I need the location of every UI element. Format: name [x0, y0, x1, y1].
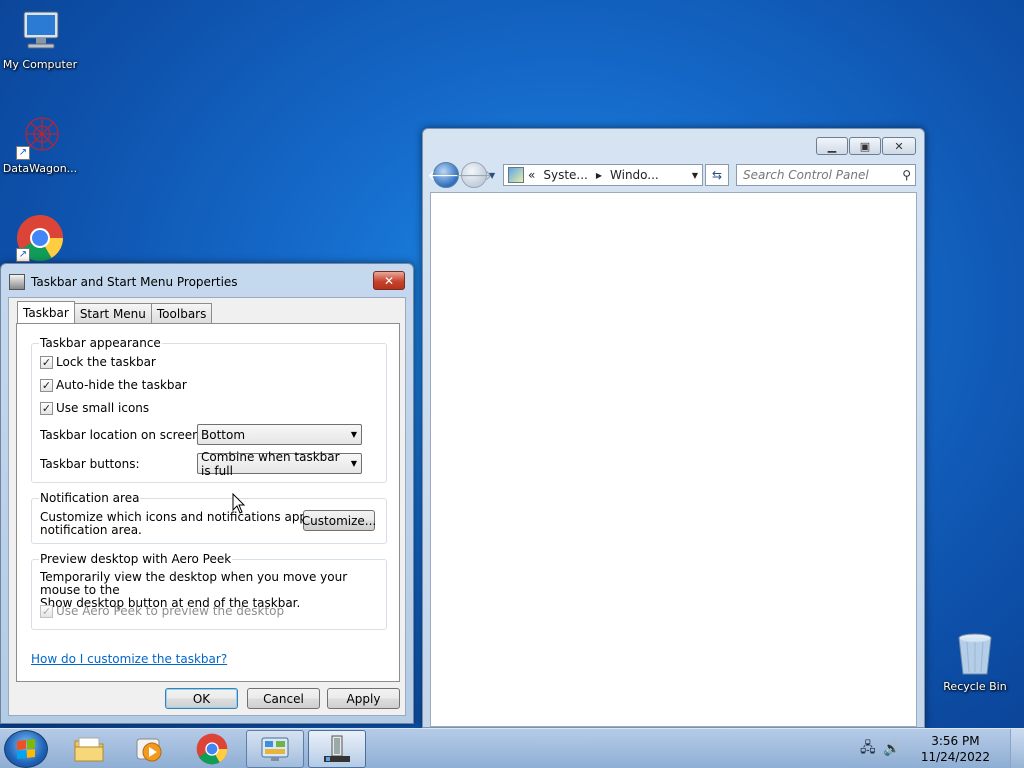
chrome-icon	[196, 733, 228, 765]
datawagon-icon: ↗	[16, 112, 64, 160]
group-title: Notification area	[39, 491, 141, 505]
lock-taskbar-checkbox[interactable]: ✓ Lock the taskbar	[40, 355, 156, 369]
desktop-icon-chrome[interactable]: ↗	[0, 214, 80, 264]
auto-hide-checkbox[interactable]: ✓ Auto-hide the taskbar	[40, 378, 187, 392]
desktop-icon-recycle-bin[interactable]: Recycle Bin	[935, 630, 1015, 693]
aero-peek-checkbox[interactable]: ✓ Use Aero Peek to preview the desktop	[40, 604, 284, 618]
address-dropdown-icon[interactable]: ▼	[692, 171, 698, 180]
chevron-down-icon: ▼	[350, 459, 357, 468]
control-panel-icon	[261, 737, 289, 761]
mouse-cursor-icon	[232, 493, 246, 514]
maximize-button[interactable]: ▣	[849, 137, 881, 155]
taskbar-chrome[interactable]	[183, 730, 241, 768]
cancel-button[interactable]: Cancel	[247, 688, 320, 709]
group-notification-area: Notification area Customize which icons …	[31, 491, 387, 544]
show-desktop-button[interactable]	[1010, 729, 1024, 768]
control-panel-icon	[508, 167, 524, 183]
checkbox-label: Auto-hide the taskbar	[56, 378, 187, 392]
shortcut-arrow-icon: ↗	[16, 146, 30, 160]
breadcrumb-item[interactable]: Syste...	[543, 168, 588, 182]
buttons-label: Taskbar buttons:	[40, 457, 140, 471]
search-placeholder: Search Control Panel	[743, 168, 869, 182]
breadcrumb-item[interactable]: Windo...	[610, 168, 659, 182]
desktop-icon-label: My Computer	[2, 58, 78, 71]
chrome-icon: ↗	[16, 214, 64, 262]
group-title: Taskbar appearance	[39, 336, 162, 350]
taskbar-explorer[interactable]	[60, 730, 118, 768]
group-aero-peek: Preview desktop with Aero Peek Temporari…	[31, 552, 387, 630]
dialog-close-button[interactable]: ✕	[373, 271, 405, 290]
search-icon[interactable]: ⚲	[902, 168, 911, 182]
desktop-icon-label: Recycle Bin	[943, 680, 1007, 693]
chevron-down-icon: ▼	[350, 430, 357, 439]
text-line: notification area.	[40, 523, 142, 537]
recent-pages-dropdown[interactable]: ▼	[489, 171, 495, 180]
ok-button[interactable]: OK	[165, 688, 238, 709]
taskbar-properties-icon	[9, 274, 25, 290]
taskbar-control-panel[interactable]	[246, 730, 304, 768]
address-bar[interactable]: « Syste... ▶ Windo... ▼	[503, 164, 703, 186]
computer-icon	[16, 8, 64, 56]
desktop-icon-my-computer[interactable]: My Computer	[0, 8, 80, 71]
taskbar-media-player[interactable]	[120, 730, 178, 768]
forward-button[interactable]: 🡒	[455, 162, 493, 188]
dialog-tabs: Taskbar Start Menu Toolbars	[17, 301, 213, 323]
apply-button[interactable]: Apply	[327, 688, 400, 709]
checkbox-checked-icon[interactable]: ✓	[40, 401, 53, 415]
checkbox-checked-icon[interactable]: ✓	[40, 378, 53, 392]
window-content	[430, 192, 917, 727]
select-value: Bottom	[201, 427, 246, 442]
tab-start-menu[interactable]: Start Menu	[73, 303, 152, 323]
shortcut-arrow-icon: ↗	[16, 248, 30, 262]
close-button[interactable]: ✕	[882, 137, 916, 155]
start-button[interactable]	[4, 730, 48, 768]
help-link[interactable]: How do I customize the taskbar?	[31, 652, 227, 666]
location-label: Taskbar location on screen:	[40, 428, 204, 442]
checkbox-label: Lock the taskbar	[56, 355, 156, 369]
checkbox-checked-icon[interactable]: ✓	[40, 604, 53, 618]
checkbox-checked-icon[interactable]: ✓	[40, 355, 53, 369]
breadcrumb-overflow[interactable]: «	[528, 168, 535, 182]
checkbox-label: Use small icons	[56, 401, 150, 415]
dialog-title: Taskbar and Start Menu Properties	[31, 275, 238, 289]
dialog-body: Taskbar Start Menu Toolbars Taskbar appe…	[8, 297, 406, 716]
desktop-icon-datawagon[interactable]: ↗ DataWagon...	[0, 112, 80, 175]
clock[interactable]: 3:56 PM 11/24/2022	[921, 733, 990, 765]
network-icon[interactable]: 🖧	[859, 737, 877, 761]
group-taskbar-appearance: Taskbar appearance ✓ Lock the taskbar ✓ …	[31, 336, 387, 483]
windows-logo-icon	[17, 739, 35, 759]
text-line: Temporarily view the desktop when you mo…	[40, 570, 348, 597]
clock-time: 3:56 PM	[931, 734, 980, 748]
window-caption-buttons: ▁ ▣ ✕	[816, 137, 916, 155]
breadcrumb-separator-icon[interactable]: ▶	[596, 171, 602, 180]
recycle-bin-icon	[951, 630, 999, 678]
dialog-titlebar: Taskbar and Start Menu Properties ✕	[9, 271, 405, 291]
checkbox-label: Use Aero Peek to preview the desktop	[56, 604, 285, 618]
search-input[interactable]: Search Control Panel ⚲	[736, 164, 916, 186]
taskbar-properties-icon	[324, 735, 350, 762]
media-player-icon	[136, 738, 162, 762]
taskbar-properties[interactable]	[308, 730, 366, 768]
taskbar-tab-panel: Taskbar appearance ✓ Lock the taskbar ✓ …	[16, 323, 400, 682]
select-value: Combine when taskbar is full	[201, 449, 340, 478]
system-tray: 🖧 🔊 3:56 PM 11/24/2022	[859, 729, 1024, 768]
minimize-button[interactable]: ▁	[816, 137, 848, 155]
small-icons-checkbox[interactable]: ✓ Use small icons	[40, 401, 149, 415]
volume-icon[interactable]: 🔊	[883, 741, 901, 757]
taskbar-properties-dialog[interactable]: Taskbar and Start Menu Properties ✕ Task…	[0, 263, 414, 724]
group-title: Preview desktop with Aero Peek	[39, 552, 233, 566]
refresh-button[interactable]: ⇆	[705, 164, 729, 186]
taskbar-location-select[interactable]: Bottom ▼	[197, 424, 362, 445]
folder-icon	[74, 737, 104, 762]
taskbar-buttons-select[interactable]: Combine when taskbar is full ▼	[197, 450, 362, 478]
control-panel-window[interactable]: ▁ ▣ ✕ 🡐 🡒 ▼ « Syste... ▶ Windo... ▼ ⇆ Se…	[422, 128, 925, 728]
tab-toolbars[interactable]: Toolbars	[150, 303, 213, 323]
taskbar: 🖧 🔊 3:56 PM 11/24/2022	[0, 728, 1024, 768]
tab-taskbar[interactable]: Taskbar	[17, 301, 75, 323]
clock-date: 11/24/2022	[920, 750, 990, 764]
navigation-bar: 🡐 🡒 ▼ « Syste... ▶ Windo... ▼ ⇆ Search C…	[427, 161, 916, 189]
customize-button[interactable]: Customize...	[302, 510, 376, 531]
desktop-icon-label: DataWagon...	[2, 162, 78, 175]
